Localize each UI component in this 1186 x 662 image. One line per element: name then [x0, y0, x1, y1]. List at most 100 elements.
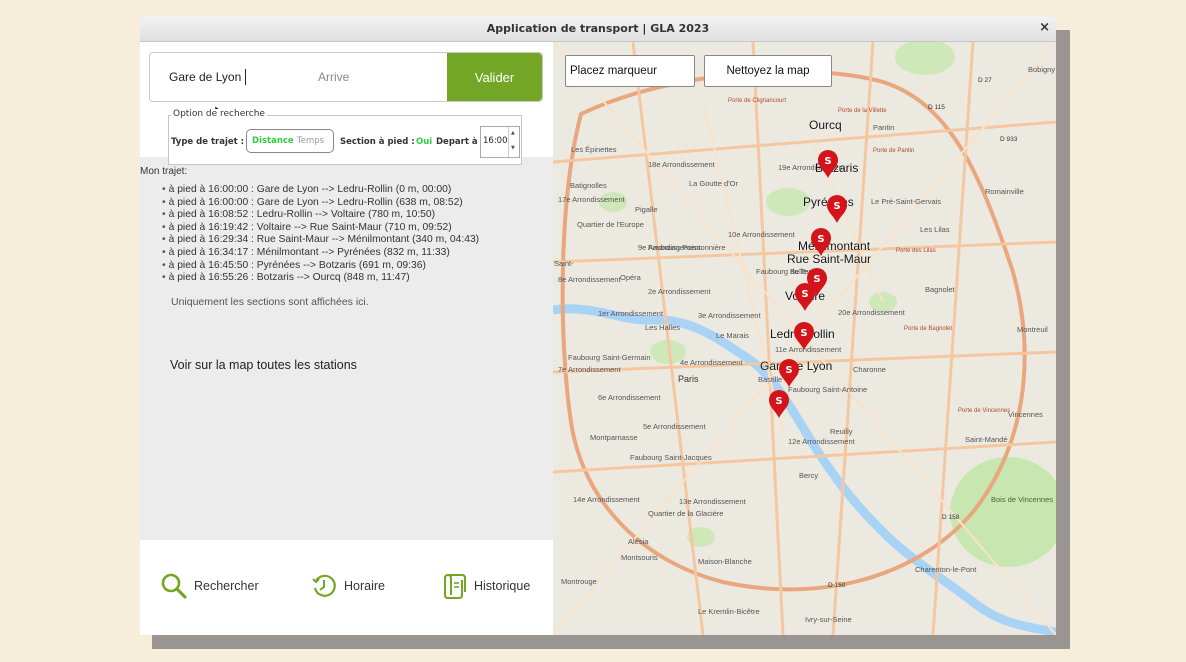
sections-note: Uniquement les sections sont affichées i…	[171, 296, 369, 308]
search-box: Gare de Lyon Arrive Valider	[149, 52, 543, 102]
district-label: Montrouge	[561, 577, 597, 586]
district-label: Le Kremlin-Bicêtre	[698, 607, 760, 616]
district-label: 4e Arrondissement	[680, 358, 743, 367]
district-label: 10e Arrondissement	[728, 230, 796, 239]
district-label: Faubourg Poissonnière	[648, 243, 726, 252]
district-label: Les Halles	[645, 323, 680, 332]
nav-historique-label: Historique	[474, 579, 531, 593]
svg-text:S: S	[813, 274, 820, 285]
station-label: Ménilmontant	[798, 239, 871, 253]
list-item: à pied à 16:45:50 : Pyrénées --> Botzari…	[162, 260, 479, 273]
pied-label: Section à pied :	[340, 137, 415, 147]
district-label: La Goutte d'Or	[689, 179, 738, 188]
close-button[interactable]: ×	[1039, 20, 1050, 35]
district-label: Ivry-sur-Seine	[805, 615, 852, 624]
district-label: D 115	[928, 104, 945, 111]
list-item: à pied à 16:19:42 : Voltaire --> Rue Sai…	[162, 222, 479, 235]
place-marker-button[interactable]: Placez marqueur	[565, 55, 695, 87]
map-canvas[interactable]: 19e Arrondissement 18e Arrondissement 17…	[553, 42, 1056, 635]
district-label: Montreuil	[1017, 325, 1048, 334]
district-label: Charonne	[853, 365, 886, 374]
district-label: Reuilly	[830, 427, 853, 436]
district-label: D 158	[942, 514, 960, 521]
district-label: Faubourg Saint-Antoine	[788, 385, 867, 394]
title-bar[interactable]: Application de transport | GLA 2023 ×	[140, 17, 1056, 42]
option-distance[interactable]: Distance	[252, 136, 294, 146]
district-label: 11e Arrondissement	[775, 345, 842, 354]
pied-toggle[interactable]: Oui	[416, 137, 432, 147]
district-label: Faubourg Saint-Germain	[568, 353, 651, 362]
district-label: Porte de Pantin	[873, 148, 914, 154]
district-label: D 933	[1000, 136, 1018, 143]
district-label: 7e Arrondissement	[558, 365, 621, 374]
nav-horaire[interactable]: Horaire	[310, 572, 385, 600]
district-label: D 150	[828, 582, 846, 589]
trajet-type-toggle[interactable]: Distance Temps	[246, 129, 334, 153]
list-item: à pied à 16:55:26 : Botzaris --> Ourcq (…	[162, 272, 479, 285]
district-label: Montparnasse	[590, 433, 638, 442]
district-label: Porte de Bagnolet	[904, 326, 952, 332]
district-label: Maison-Blanche	[698, 557, 752, 566]
list-item: à pied à 16:00:00 : Gare de Lyon --> Led…	[162, 197, 479, 210]
district-label: Les Épinettes	[571, 145, 617, 154]
district-label: D 27	[978, 77, 992, 84]
list-item: à pied à 16:00:00 : Gare de Lyon --> Led…	[162, 184, 479, 197]
district-label: 17e Arrondissement	[558, 195, 626, 204]
svg-text:S: S	[800, 328, 807, 339]
arrive-input[interactable]: Arrive	[318, 70, 349, 84]
district-label: Paris	[678, 374, 699, 384]
svg-text:S: S	[775, 396, 782, 407]
district-label: Le Pré-Saint-Gervais	[871, 197, 941, 206]
station-label: Rue Saint-Maur	[787, 252, 871, 266]
option-temps[interactable]: Temps	[297, 136, 324, 146]
district-label: Bobigny	[1028, 65, 1055, 74]
district-label: Pigalle	[635, 205, 658, 214]
district-label: Porte des Lilas	[896, 248, 936, 254]
depart-time-value: 16:00	[483, 136, 508, 146]
valider-button[interactable]: Valider	[447, 53, 542, 101]
depart-time-spinner[interactable]: 16:00 ▲ ▼	[480, 126, 520, 158]
district-label: 5e Arrondissement	[643, 422, 706, 431]
depart-input[interactable]: Gare de Lyon	[169, 70, 241, 84]
search-area: Gare de Lyon Arrive Valider Option de re…	[140, 42, 553, 165]
scroll-icon	[444, 574, 466, 599]
district-label: Saint-Mandé	[965, 435, 1008, 444]
district-label: Quartier de la Glacière	[648, 509, 723, 518]
trajet-steps: à pied à 16:00:00 : Gare de Lyon --> Led…	[162, 184, 480, 285]
trajet-type-label: Type de trajet :	[171, 137, 245, 147]
district-label: 6e Arrondissement	[598, 393, 661, 402]
bottom-nav: Rechercher Horaire Historique	[140, 540, 553, 635]
list-item: à pied à 16:08:52 : Ledru-Rollin --> Vol…	[162, 209, 479, 222]
district-label: 2e Arrondissement	[648, 287, 711, 296]
district-label: 14e Arrondissement	[573, 495, 641, 504]
spin-down-icon[interactable]: ▼	[511, 145, 515, 151]
left-panel: Gare de Lyon Arrive Valider Option de re…	[140, 42, 553, 635]
district-label: 20e Arrondissement	[838, 308, 906, 317]
svg-text:S: S	[801, 289, 808, 300]
nav-horaire-label: Horaire	[344, 579, 385, 593]
district-label: 18e Arrondissement	[648, 160, 716, 169]
search-icon	[161, 573, 187, 599]
district-label: Bois de Vincennes	[991, 495, 1053, 504]
trajet-title: Mon trajet:	[140, 166, 188, 177]
station-label: Ourcq	[809, 118, 842, 132]
district-label: Quartier de l'Europe	[577, 220, 644, 229]
nav-rechercher-label: Rechercher	[194, 579, 259, 593]
depart-time-label: Depart à :	[436, 137, 484, 147]
options-legend: Option de recherche	[171, 109, 267, 119]
map-panel[interactable]: 19e Arrondissement 18e Arrondissement 17…	[553, 42, 1056, 635]
district-label: Opéra	[620, 273, 642, 282]
district-label: Vincennes	[1008, 410, 1043, 419]
svg-text:S: S	[817, 234, 824, 245]
search-options-group: Option de recherche Type de trajet : Dis…	[168, 109, 522, 165]
all-stations-link[interactable]: Voir sur la map toutes les stations	[170, 358, 357, 372]
clear-map-button[interactable]: Nettoyez la map	[704, 55, 832, 87]
nav-rechercher[interactable]: Rechercher	[160, 572, 259, 600]
district-label: 1er Arrondissement	[598, 309, 664, 318]
district-label: Pantin	[873, 123, 894, 132]
district-label: Alésia	[628, 537, 649, 546]
list-item: à pied à 16:34:17 : Ménilmontant --> Pyr…	[162, 247, 479, 260]
district-label: 12e Arrondissement	[788, 437, 856, 446]
spin-up-icon[interactable]: ▲	[511, 130, 515, 136]
nav-historique[interactable]: Historique	[440, 572, 530, 600]
